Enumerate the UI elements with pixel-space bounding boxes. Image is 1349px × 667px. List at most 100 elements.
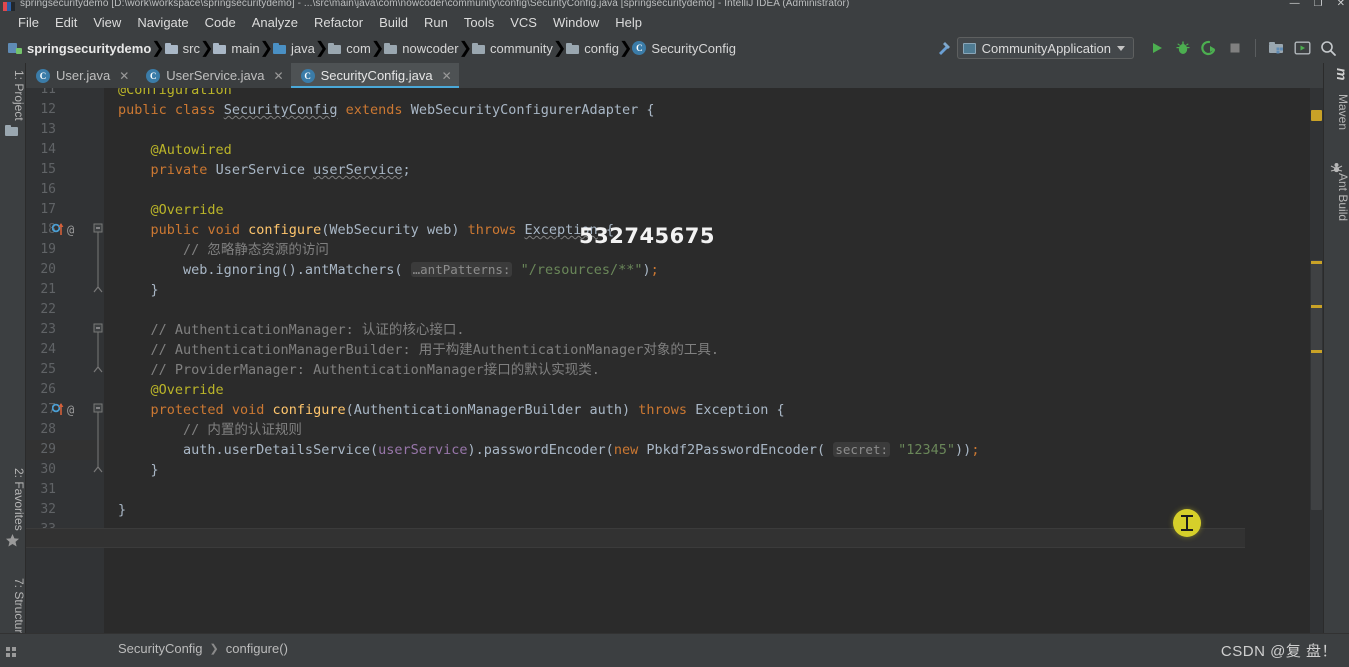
breadcrumb-separator: ❯ (259, 40, 274, 57)
window-controls[interactable]: — ❐ ✕ (1290, 0, 1345, 10)
breadcrumb-nowcoder[interactable]: nowcoder (384, 41, 459, 56)
breadcrumb-securityconfig[interactable]: C SecurityConfig (632, 41, 736, 56)
breadcrumb-separator: ❯ (458, 40, 473, 57)
close-button[interactable]: ✕ (1337, 0, 1345, 10)
annotation-at-icon: @ (67, 222, 75, 237)
menu-file[interactable]: File (10, 13, 47, 33)
tool-window-label: 2: Favorites (12, 468, 26, 531)
navigation-bar: springsecuritydemo ❯ src ❯ main ❯ java ❯… (0, 33, 1349, 63)
code-line-21: } (118, 282, 159, 298)
code-line-15: private UserService userService; (150, 162, 411, 178)
line-number: 17 (40, 202, 56, 217)
line-number: 13 (40, 122, 56, 137)
close-icon[interactable]: ✕ (274, 69, 284, 83)
marker-warning[interactable] (1311, 350, 1322, 353)
editor-marker-bar[interactable] (1310, 88, 1323, 633)
class-icon: C (632, 41, 647, 55)
toggle-tool-windows-icon[interactable] (6, 647, 18, 657)
sidebar-item-project[interactable]: 1: Project (0, 65, 26, 126)
code-text[interactable]: @Configuration public class SecurityConf… (104, 88, 1323, 633)
maximize-button[interactable]: ❐ (1314, 0, 1323, 10)
gutter-override-marker[interactable]: @ (52, 222, 74, 237)
run-with-coverage-icon[interactable] (1196, 35, 1222, 61)
menu-refactor[interactable]: Refactor (306, 13, 371, 33)
tool-window-label: Maven (1336, 94, 1349, 131)
breadcrumb-label: src (182, 40, 201, 56)
app-logo-icon (3, 2, 15, 11)
menu-help[interactable]: Help (607, 13, 650, 33)
menu-edit[interactable]: Edit (47, 13, 85, 33)
fold-region-end[interactable] (90, 280, 104, 300)
editor-scrollbar-thumb[interactable] (1311, 260, 1322, 510)
tab-user-java[interactable]: C User.java ✕ (26, 63, 137, 88)
package-icon (566, 42, 580, 54)
intention-bulb-icon[interactable] (78, 443, 90, 456)
breadcrumb-com[interactable]: com (328, 41, 371, 56)
gutter-override-marker[interactable]: @ (52, 402, 74, 417)
status-bar: SecurityConfig ❯ configure() CSDN @复 盘！ (0, 633, 1349, 667)
fold-region-toggle[interactable] (90, 400, 104, 420)
menu-navigate[interactable]: Navigate (129, 13, 196, 33)
editor-gutter[interactable]: 11 12 13 14 15 16 17 18 @ 19 20 21 22 23… (26, 88, 104, 633)
minimize-button[interactable]: — (1290, 0, 1300, 10)
menu-build[interactable]: Build (371, 13, 416, 33)
menu-code[interactable]: Code (197, 13, 244, 33)
search-everywhere-icon[interactable] (1315, 35, 1341, 61)
fold-comment-toggle[interactable] (90, 320, 104, 340)
fold-region-toggle[interactable] (90, 220, 104, 240)
code-line-32: } (118, 502, 127, 518)
breadcrumb-label: config (584, 40, 619, 56)
breadcrumb-community[interactable]: community (472, 41, 553, 56)
fold-comment-end[interactable] (90, 360, 104, 380)
implementing-method-icon (52, 403, 64, 415)
close-icon[interactable]: ✕ (119, 69, 129, 83)
menu-vcs[interactable]: VCS (502, 13, 545, 33)
inspection-status-chip[interactable] (1311, 110, 1322, 121)
marker-warning[interactable] (1311, 305, 1322, 308)
fold-region-end[interactable] (90, 460, 104, 480)
update-project-icon[interactable] (1289, 35, 1315, 61)
tab-securityconfig-java[interactable]: C SecurityConfig.java ✕ (290, 63, 459, 88)
menu-analyze[interactable]: Analyze (244, 13, 306, 33)
folder-icon (213, 42, 227, 54)
code-line-27: protected void configure(AuthenticationM… (150, 402, 785, 418)
implementing-method-icon (52, 223, 64, 235)
breadcrumb-springsecuritydemo[interactable]: springsecuritydemo (8, 41, 151, 56)
breadcrumb-class[interactable]: SecurityConfig (118, 641, 203, 656)
menu-run[interactable]: Run (416, 13, 456, 33)
close-icon[interactable]: ✕ (442, 69, 452, 83)
code-line-text: // AuthenticationManager: 认证的核心接口. (118, 322, 465, 338)
code-line-text: // ProviderManager: AuthenticationManage… (118, 362, 600, 378)
code-line-text: // AuthenticationManagerBuilder: 用于构建Aut… (118, 342, 720, 358)
breadcrumb-src[interactable]: src (164, 40, 201, 56)
sidebar-item-favorites[interactable]: 2: Favorites (0, 463, 26, 536)
breadcrumb-main[interactable]: main (213, 41, 260, 56)
debug-icon[interactable] (1170, 35, 1196, 61)
right-tool-window-bar: m Maven Ant Build (1323, 63, 1349, 667)
breadcrumb-java[interactable]: java (273, 41, 315, 56)
run-icon[interactable] (1144, 35, 1170, 61)
folder-icon (5, 125, 21, 141)
sidebar-item-maven[interactable]: Maven (1324, 89, 1349, 135)
code-line-26: @Override (118, 382, 224, 398)
menu-tools[interactable]: Tools (456, 13, 502, 33)
status-bar-divider (0, 633, 1349, 634)
parameter-hint: …antPatterns: (410, 262, 513, 277)
breadcrumb-separator: ❯ (314, 40, 329, 57)
hammer-icon[interactable] (931, 35, 957, 61)
tab-userservice-java[interactable]: C UserService.java ✕ (136, 63, 291, 88)
string-literal: "/resources/**" (520, 262, 643, 278)
project-structure-icon[interactable] (1263, 35, 1289, 61)
code-line-19: // 忽略静态资源的访问 (118, 242, 329, 258)
marker-warning[interactable] (1311, 261, 1322, 264)
breadcrumb-method[interactable]: configure() (226, 641, 288, 656)
breadcrumb-config[interactable]: config (566, 41, 619, 56)
code-editor[interactable]: 11 12 13 14 15 16 17 18 @ 19 20 21 22 23… (26, 88, 1323, 633)
line-number: 20 (40, 262, 56, 277)
line-number: 29 (40, 442, 56, 457)
menu-window[interactable]: Window (545, 13, 607, 33)
code-line-text: @Configuration (118, 88, 232, 98)
run-configuration-selector[interactable]: CommunityApplication (956, 37, 1134, 59)
stop-icon[interactable] (1222, 35, 1248, 61)
menu-view[interactable]: View (85, 13, 129, 33)
